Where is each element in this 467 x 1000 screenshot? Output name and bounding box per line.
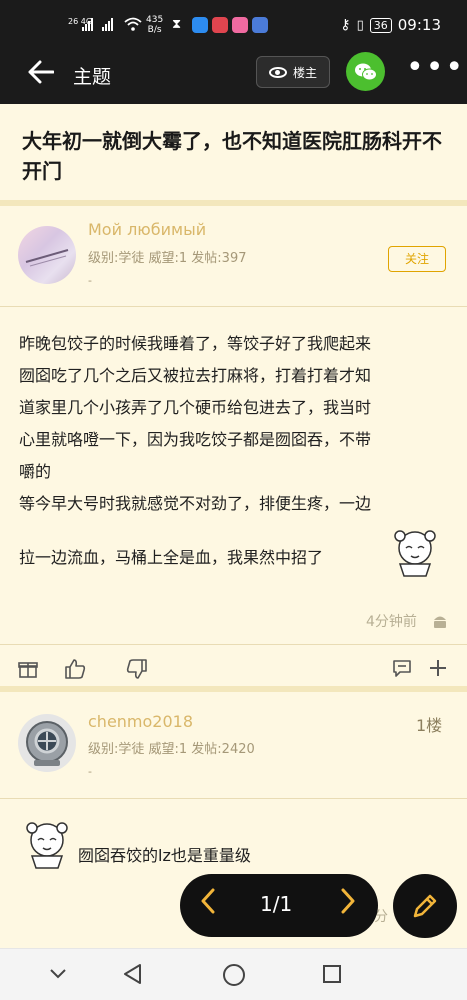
user-signature: -: [88, 765, 92, 778]
thumbs-down-icon[interactable]: [126, 658, 148, 680]
anime-girl-sticker: [26, 822, 68, 869]
app-notification-icon: [232, 17, 248, 33]
status-bar: 26 4G 435 B/s ⧗ ⚷ ▯ 36 09:13: [0, 0, 467, 50]
thumbs-up-icon[interactable]: [64, 658, 86, 680]
anime-girl-sticker: [394, 530, 436, 577]
user-avatar[interactable]: [18, 226, 76, 284]
follow-button[interactable]: 关注: [388, 246, 446, 272]
reply-content: 囫囵吞饺的lz也是重量级: [78, 846, 251, 865]
next-page-button[interactable]: [340, 886, 356, 924]
app-notification-icon: [192, 17, 208, 33]
divider: [0, 644, 467, 645]
page-indicator[interactable]: 1/1: [260, 892, 292, 916]
top-nav-bar: 主题 楼主 •••: [0, 50, 467, 104]
vibrate-icon: ▯: [356, 17, 364, 33]
thread-title: 大年初一就倒大霉了，也不知道医院肛肠科开不开门: [0, 104, 467, 200]
back-triangle-icon[interactable]: [122, 963, 144, 985]
system-nav-bar: [0, 948, 467, 1000]
recent-apps-square-icon[interactable]: [322, 964, 342, 984]
more-menu-icon[interactable]: •••: [406, 53, 465, 83]
diving-helmet-icon: [26, 721, 68, 766]
louzhu-only-button[interactable]: 楼主: [256, 56, 330, 88]
reply-button[interactable]: [393, 874, 457, 938]
louzhu-label: 楼主: [292, 65, 317, 80]
hourglass-icon: ⧗: [172, 17, 182, 32]
pencil-icon: [413, 894, 437, 918]
app-notification-icon: [252, 17, 268, 33]
chevron-left-icon: [201, 888, 215, 914]
username[interactable]: chenmo2018: [88, 712, 193, 731]
plus-icon[interactable]: [428, 658, 448, 678]
back-arrow-icon[interactable]: [28, 60, 55, 89]
wifi-icon: [124, 17, 142, 31]
user-signature: -: [88, 274, 92, 287]
network-speed: 435 B/s: [146, 15, 164, 35]
clock: 09:13: [397, 16, 441, 34]
nav-title: 主题: [73, 66, 112, 88]
eye-icon: [268, 66, 287, 78]
divider: [0, 798, 467, 799]
chevron-right-icon: [341, 888, 355, 914]
notification-icons: ⧗: [172, 17, 268, 33]
post-time: 4分钟前: [366, 614, 417, 630]
signal-icon: [82, 18, 113, 31]
username[interactable]: Мой любимый: [88, 220, 206, 239]
android-icon: [434, 616, 446, 628]
original-post: Мой любимый 级别:学徒 威望:1 发帖:397 - 关注 昨晚包饺子…: [0, 206, 467, 686]
wechat-share-button[interactable]: [346, 52, 385, 91]
post-content: 昨晚包饺子的时候我睡着了，等饺子好了我爬起来 囫囵吃了几个之后又被拉去打麻将，打…: [19, 334, 372, 567]
status-right: ⚷ ▯ 36 09:13: [340, 16, 441, 34]
chevron-down-icon[interactable]: [48, 967, 68, 981]
divider: [0, 306, 467, 307]
wechat-icon: [354, 63, 377, 80]
user-stats: 级别:学徒 威望:1 发帖:2420: [88, 742, 255, 757]
gift-icon[interactable]: [18, 659, 38, 679]
user-avatar[interactable]: [18, 714, 76, 772]
battery-icon: 36: [369, 17, 392, 33]
prev-page-button[interactable]: [200, 886, 216, 924]
floor-number: 1楼: [416, 716, 443, 735]
key-icon: ⚷: [340, 17, 351, 33]
app-notification-icon: [212, 17, 228, 33]
page-navigator: 1/1: [180, 874, 378, 937]
comment-icon[interactable]: [392, 658, 412, 678]
home-circle-icon[interactable]: [222, 963, 246, 987]
user-stats: 级别:学徒 威望:1 发帖:397: [88, 251, 247, 266]
